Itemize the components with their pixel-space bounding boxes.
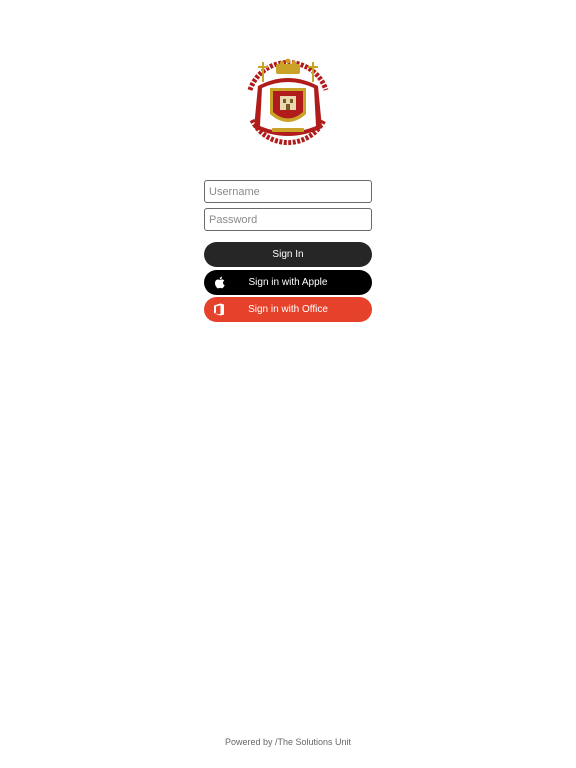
sign-in-with-office-button[interactable]: Sign in with Office [204, 297, 372, 322]
apple-icon [212, 275, 226, 289]
sign-in-with-office-label: Sign in with Office [248, 304, 328, 315]
logo-emblem [247, 58, 329, 145]
sign-in-button[interactable]: Sign In [204, 242, 372, 267]
sign-in-with-apple-button[interactable]: Sign in with Apple [204, 270, 372, 295]
password-input[interactable] [204, 208, 372, 231]
sign-in-with-apple-label: Sign in with Apple [248, 277, 328, 288]
office-icon [212, 302, 226, 316]
username-input[interactable] [204, 180, 372, 203]
sign-in-label: Sign In [272, 249, 304, 260]
powered-by-footer: Powered by /The Solutions Unit [224, 737, 352, 747]
patriarchate-logo [236, 48, 340, 156]
login-page: Sign In Sign in with Apple Sign in with … [0, 0, 576, 768]
